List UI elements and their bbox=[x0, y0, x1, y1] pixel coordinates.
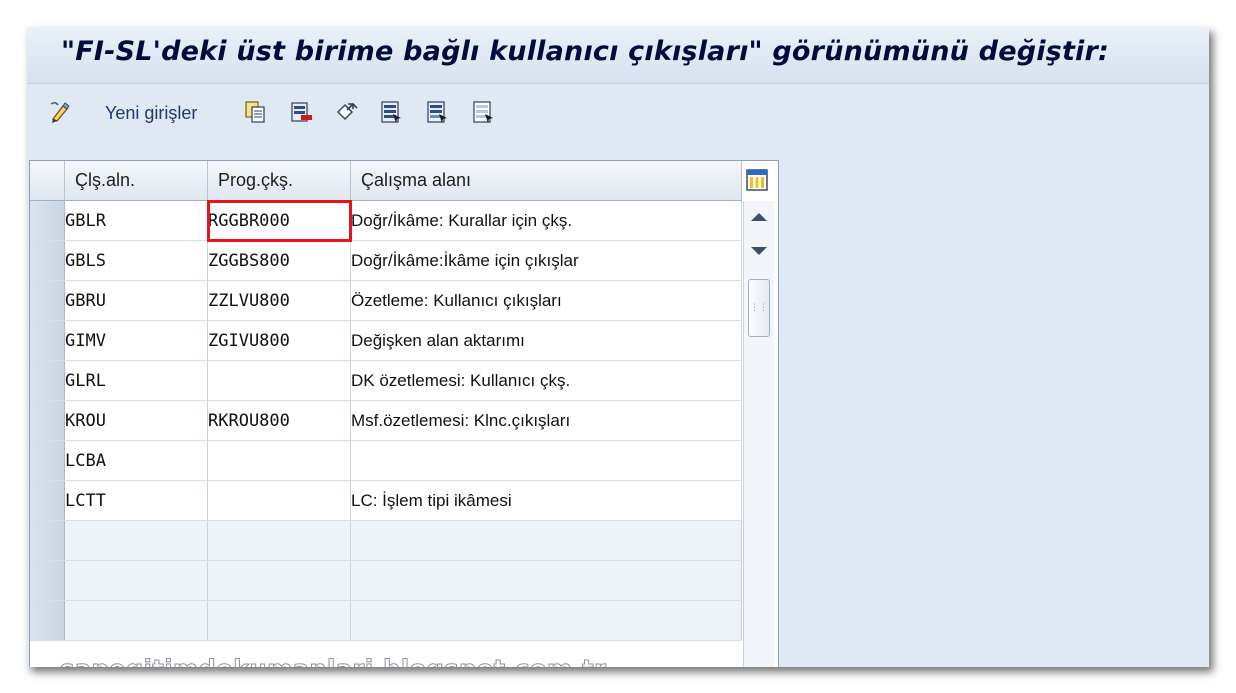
cell-description bbox=[350, 440, 742, 481]
table-row[interactable]: KROU RKROU800 Msf.özetlemesi: Klnc.çıkışla… bbox=[30, 400, 742, 441]
select-block-icon[interactable] bbox=[425, 100, 449, 124]
cell-area: GIMV bbox=[64, 320, 208, 361]
cell-area: LCBA bbox=[64, 440, 208, 481]
cell-area: GBRU bbox=[64, 280, 208, 321]
table-row[interactable]: LCTT LC: İşlem tipi ikâmesi bbox=[30, 480, 742, 521]
cell-program-input[interactable]: ZGGBS800 bbox=[207, 240, 351, 281]
display-change-icon[interactable] bbox=[49, 100, 73, 124]
row-selector[interactable] bbox=[30, 520, 65, 561]
table-control: Çlş.aln. Prog.çkş. Çalışma alanı GBLR RGG… bbox=[29, 160, 779, 667]
row-selector[interactable] bbox=[30, 400, 65, 441]
row-selector[interactable] bbox=[30, 600, 65, 641]
row-selector[interactable] bbox=[30, 240, 65, 281]
cell-area: GBLR bbox=[64, 200, 208, 241]
empty-table-row[interactable] bbox=[30, 520, 742, 561]
deselect-all-icon[interactable] bbox=[471, 100, 495, 124]
scrollbar-thumb[interactable]: ⋮⋮ bbox=[748, 279, 770, 337]
cell-program-input[interactable] bbox=[207, 600, 351, 641]
scroll-up-icon[interactable] bbox=[751, 213, 767, 221]
select-all-icon[interactable] bbox=[379, 100, 403, 124]
undo-icon[interactable] bbox=[335, 100, 359, 124]
cell-program-input[interactable] bbox=[207, 520, 351, 561]
application-toolbar: Yeni girişler bbox=[27, 84, 1209, 146]
cell-area: GLRL bbox=[64, 360, 208, 401]
cell-program-input[interactable]: ZZLVU800 bbox=[207, 280, 351, 321]
table-settings-icon[interactable] bbox=[743, 166, 771, 194]
cell-description: Doğr/İkâme: Kurallar için çkş. bbox=[350, 200, 742, 241]
row-selector[interactable] bbox=[30, 280, 65, 321]
title-bar: "FI-SL'deki üst birime bağlı kullanıcı ç… bbox=[27, 27, 1209, 84]
cell-description: Msf.özetlemesi: Klnc.çıkışları bbox=[350, 400, 742, 441]
cell-area: GBLS bbox=[64, 240, 208, 281]
cell-program-input[interactable]: RKROU800 bbox=[207, 400, 351, 441]
cell-program-input[interactable]: ZGIVU800 bbox=[207, 320, 351, 361]
cell-description: Değişken alan aktarımı bbox=[350, 320, 742, 361]
cell-description bbox=[350, 600, 742, 641]
row-selector[interactable] bbox=[30, 560, 65, 601]
row-selector[interactable] bbox=[30, 480, 65, 521]
cell-description: Doğr/İkâme:İkâme için çıkışlar bbox=[350, 240, 742, 281]
cell-area bbox=[64, 600, 208, 641]
copy-icon[interactable] bbox=[243, 100, 267, 124]
cell-description: DK özetlemesi: Kullanıcı çkş. bbox=[350, 360, 742, 401]
cell-program-input[interactable] bbox=[207, 440, 351, 481]
table-row[interactable]: GBLS ZGGBS800 Doğr/İkâme:İkâme için çıkışl… bbox=[30, 240, 742, 281]
table-row[interactable]: GIMV ZGIVU800 Değişken alan aktarımı bbox=[30, 320, 742, 361]
cell-program-input[interactable] bbox=[207, 560, 351, 601]
table-row[interactable]: GBLR RGGBR000 Doğr/İkâme: Kurallar için çk… bbox=[30, 199, 742, 242]
column-header-program[interactable]: Prog.çkş. bbox=[207, 161, 351, 201]
cell-program-input[interactable] bbox=[207, 480, 351, 521]
new-entries-button[interactable]: Yeni girişler bbox=[105, 103, 197, 124]
table-header-row: Çlş.aln. Prog.çkş. Çalışma alanı bbox=[30, 161, 742, 201]
row-selector[interactable] bbox=[30, 440, 65, 481]
cell-program-input-highlighted[interactable]: RGGBR000 bbox=[206, 199, 352, 242]
cell-area: LCTT bbox=[64, 480, 208, 521]
cell-area bbox=[64, 520, 208, 561]
column-header-description[interactable]: Çalışma alanı bbox=[350, 161, 742, 201]
scroll-down-icon[interactable] bbox=[751, 247, 767, 255]
watermark: sapegitimdokumanlari.blogspot.com.tr bbox=[59, 655, 606, 668]
row-selector[interactable] bbox=[30, 200, 65, 241]
table-row[interactable]: LCBA bbox=[30, 440, 742, 481]
cell-description bbox=[350, 560, 742, 601]
cell-area bbox=[64, 560, 208, 601]
cell-description: Özetleme: Kullanıcı çıkışları bbox=[350, 280, 742, 321]
delete-icon[interactable] bbox=[289, 100, 313, 124]
table-row[interactable]: GLRL DK özetlemesi: Kullanıcı çkş. bbox=[30, 360, 742, 401]
column-header-area[interactable]: Çlş.aln. bbox=[64, 161, 208, 201]
select-all-rows-header[interactable] bbox=[30, 161, 65, 201]
row-selector[interactable] bbox=[30, 360, 65, 401]
cell-program-input[interactable] bbox=[207, 360, 351, 401]
cell-description bbox=[350, 520, 742, 561]
sap-window: "FI-SL'deki üst birime bağlı kullanıcı ç… bbox=[27, 27, 1209, 667]
empty-table-row[interactable] bbox=[30, 600, 742, 641]
row-selector[interactable] bbox=[30, 320, 65, 361]
vertical-scrollbar[interactable]: ⋮⋮ bbox=[743, 201, 774, 667]
page-title: "FI-SL'deki üst birime bağlı kullanıcı ç… bbox=[61, 36, 1110, 67]
empty-table-row[interactable] bbox=[30, 560, 742, 601]
cell-area: KROU bbox=[64, 400, 208, 441]
user-exits-table: Çlş.aln. Prog.çkş. Çalışma alanı GBLR RGG… bbox=[30, 161, 742, 641]
cell-description: LC: İşlem tipi ikâmesi bbox=[350, 480, 742, 521]
table-row[interactable]: GBRU ZZLVU800 Özetleme: Kullanıcı çıkışlar… bbox=[30, 280, 742, 321]
